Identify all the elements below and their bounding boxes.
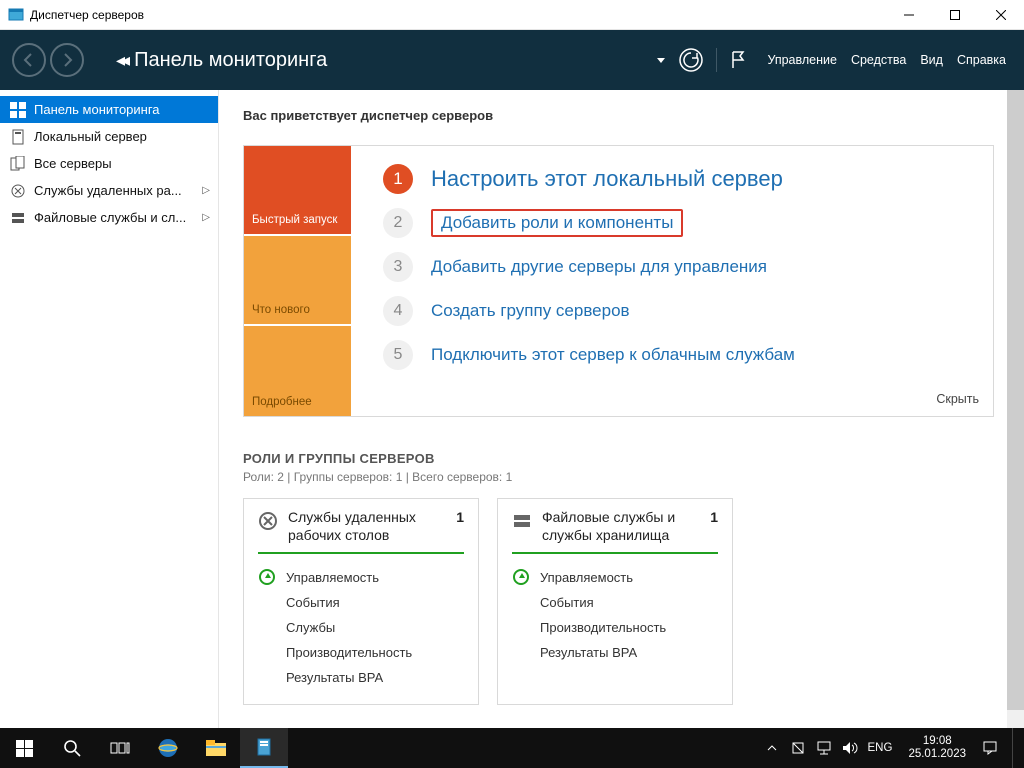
taskbar-ie-button[interactable] — [144, 728, 192, 768]
sidebar-item-label: Службы удаленных ра... — [34, 183, 182, 198]
card-row-bpa[interactable]: Результаты BPA — [258, 665, 464, 690]
close-button[interactable] — [978, 0, 1024, 30]
step-cloud-connect[interactable]: 5 Подключить этот сервер к облачным служ… — [383, 340, 971, 370]
menu-manage[interactable]: Управление — [767, 53, 837, 67]
tray-network-icon[interactable] — [816, 740, 832, 756]
app-icon — [8, 7, 24, 23]
tile-tab-quickstart[interactable]: Быстрый запуск — [244, 146, 351, 236]
chevron-right-icon: ▷ — [202, 212, 210, 223]
show-desktop-button[interactable] — [1012, 728, 1018, 768]
status-up-icon — [513, 569, 529, 585]
tile-tab-learnmore[interactable]: Подробнее — [244, 326, 351, 416]
welcome-heading: Вас приветствует диспетчер серверов — [243, 108, 994, 123]
step-number: 1 — [383, 164, 413, 194]
step-label[interactable]: Создать группу серверов — [431, 301, 630, 321]
servers-icon — [10, 156, 26, 172]
task-view-button[interactable] — [96, 728, 144, 768]
menu-tools[interactable]: Средства — [851, 53, 906, 67]
card-row-performance[interactable]: Производительность — [512, 615, 718, 640]
window-titlebar: Диспетчер серверов — [0, 0, 1024, 30]
sidebar: Панель мониторинга Локальный сервер Все … — [0, 90, 219, 728]
card-status-bar — [512, 552, 718, 554]
sidebar-item-label: Файловые службы и сл... — [34, 210, 186, 225]
step-label[interactable]: Добавить роли и компоненты — [431, 209, 683, 237]
taskbar-server-manager-button[interactable] — [240, 728, 288, 768]
role-card-remote-desktop[interactable]: Службы удаленных рабочих столов 1 Управл… — [243, 498, 479, 705]
sidebar-item-label: Локальный сервер — [34, 129, 147, 144]
sidebar-item-file-services[interactable]: Файловые службы и сл... ▷ — [0, 204, 218, 231]
tray-overflow-icon[interactable] — [764, 740, 780, 756]
sidebar-item-local-server[interactable]: Локальный сервер — [0, 123, 218, 150]
role-card-file-services[interactable]: Файловые службы и службы хранилища 1 Упр… — [497, 498, 733, 705]
status-up-icon — [259, 569, 275, 585]
remote-desktop-icon — [10, 183, 26, 199]
window-title: Диспетчер серверов — [30, 8, 144, 22]
taskbar-explorer-button[interactable] — [192, 728, 240, 768]
card-row-services[interactable]: Службы — [258, 615, 464, 640]
card-count: 1 — [710, 509, 718, 525]
tray-clock[interactable]: 19:08 25.01.2023 — [908, 735, 966, 761]
minimize-button[interactable] — [886, 0, 932, 30]
scrollbar-thumb[interactable] — [1007, 90, 1024, 710]
sidebar-item-dashboard[interactable]: Панель мониторинга — [0, 96, 218, 123]
system-tray: ENG 19:08 25.01.2023 — [758, 728, 1024, 768]
tray-notifications-icon[interactable] — [982, 740, 998, 756]
step-number: 3 — [383, 252, 413, 282]
maximize-button[interactable] — [932, 0, 978, 30]
roles-subheading: Роли: 2 | Группы серверов: 1 | Всего сер… — [243, 470, 994, 484]
card-row-manageability[interactable]: Управляемость — [512, 564, 718, 590]
roles-heading: РОЛИ И ГРУППЫ СЕРВЕРОВ — [243, 451, 994, 466]
step-number: 4 — [383, 296, 413, 326]
step-number: 2 — [383, 208, 413, 238]
step-configure-local[interactable]: 1 Настроить этот локальный сервер — [383, 164, 971, 194]
quickstart-tile: Быстрый запуск Что нового Подробнее 1 На… — [243, 145, 994, 417]
step-add-servers[interactable]: 3 Добавить другие серверы для управления — [383, 252, 971, 282]
remote-desktop-icon — [258, 511, 278, 531]
breadcrumb-chevron-icon: ◂◂ — [116, 50, 126, 71]
card-row-performance[interactable]: Производительность — [258, 640, 464, 665]
nav-forward-button[interactable] — [50, 43, 84, 77]
sidebar-item-remote-desktop[interactable]: Службы удаленных ра... ▷ — [0, 177, 218, 204]
dashboard-icon — [10, 102, 26, 118]
app-header: ◂◂ Панель мониторинга Управление Средств… — [0, 30, 1024, 90]
server-icon — [10, 129, 26, 145]
tray-language[interactable]: ENG — [868, 742, 893, 754]
content-area: Вас приветствует диспетчер серверов Быст… — [219, 90, 1024, 728]
menu-help[interactable]: Справка — [957, 53, 1006, 67]
card-row-manageability[interactable]: Управляемость — [258, 564, 464, 590]
nav-back-button[interactable] — [12, 43, 46, 77]
card-title: Файловые службы и службы хранилища — [542, 509, 700, 544]
file-services-icon — [512, 511, 532, 531]
step-label[interactable]: Добавить другие серверы для управления — [431, 257, 767, 277]
header-dropdown-icon[interactable] — [656, 55, 666, 65]
step-create-group[interactable]: 4 Создать группу серверов — [383, 296, 971, 326]
step-label[interactable]: Подключить этот сервер к облачным служба… — [431, 345, 795, 365]
tray-security-icon[interactable] — [790, 740, 806, 756]
step-add-roles[interactable]: 2 Добавить роли и компоненты — [383, 208, 971, 238]
card-count: 1 — [456, 509, 464, 525]
card-row-bpa[interactable]: Результаты BPA — [512, 640, 718, 665]
page-title: Панель мониторинга — [134, 49, 327, 72]
card-row-events[interactable]: События — [512, 590, 718, 615]
refresh-button[interactable] — [678, 47, 704, 73]
card-status-bar — [258, 552, 464, 554]
header-separator — [716, 48, 717, 72]
sidebar-item-label: Все серверы — [34, 156, 112, 171]
tile-tab-whatsnew[interactable]: Что нового — [244, 236, 351, 326]
taskbar: ENG 19:08 25.01.2023 — [0, 728, 1024, 768]
sidebar-item-label: Панель мониторинга — [34, 102, 160, 117]
taskbar-search-button[interactable] — [48, 728, 96, 768]
chevron-right-icon: ▷ — [202, 185, 210, 196]
step-number: 5 — [383, 340, 413, 370]
card-row-events[interactable]: События — [258, 590, 464, 615]
step-label[interactable]: Настроить этот локальный сервер — [431, 166, 783, 192]
file-services-icon — [10, 210, 26, 226]
menu-view[interactable]: Вид — [920, 53, 943, 67]
card-title: Службы удаленных рабочих столов — [288, 509, 446, 544]
notifications-flag-icon[interactable] — [729, 50, 747, 70]
start-button[interactable] — [0, 728, 48, 768]
sidebar-item-all-servers[interactable]: Все серверы — [0, 150, 218, 177]
hide-link[interactable]: Скрыть — [936, 392, 979, 406]
tray-volume-icon[interactable] — [842, 740, 858, 756]
